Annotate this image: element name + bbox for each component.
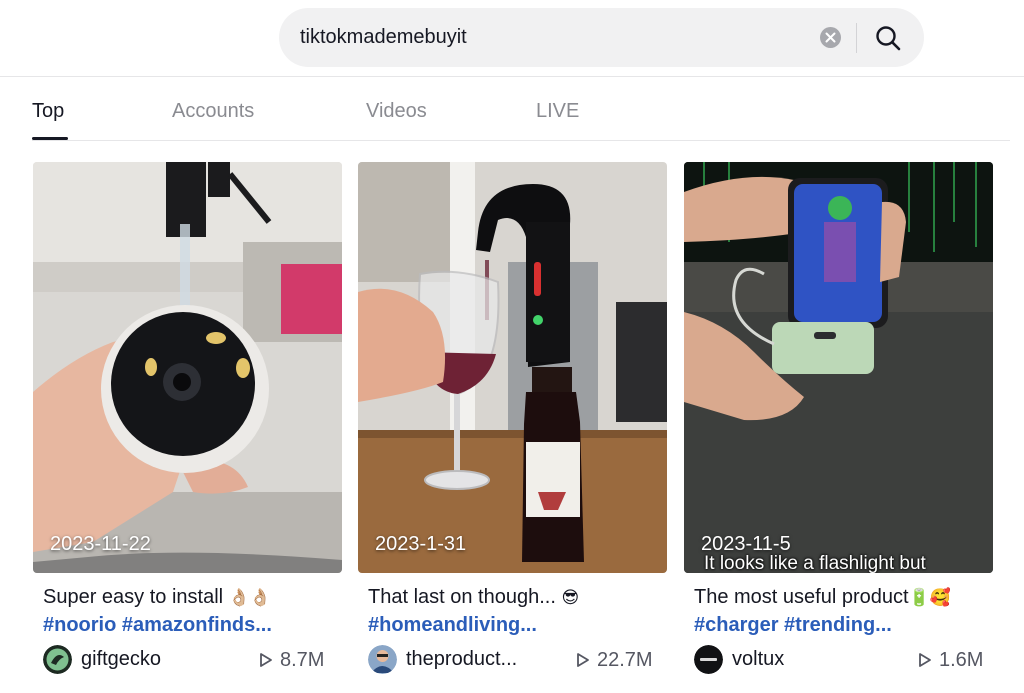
- video-hashtags[interactable]: #charger #trending...: [694, 614, 892, 637]
- camera-video-image: [33, 162, 342, 573]
- author-link[interactable]: theproduct...: [368, 645, 548, 675]
- video-card[interactable]: 2023-11-22 Super easy to install 👌🏼👌🏼 #n…: [33, 162, 342, 682]
- avatar: [43, 645, 72, 674]
- title-emoji: 😎: [561, 588, 580, 608]
- active-tab-indicator: [32, 137, 68, 140]
- phone-charger-video-image: [684, 162, 993, 573]
- video-title[interactable]: That last on though... 😎: [368, 586, 579, 609]
- search-icon: [876, 26, 901, 51]
- search-input[interactable]: tiktokmademebuyit: [300, 26, 467, 49]
- tab-videos[interactable]: Videos: [366, 100, 427, 123]
- author-link[interactable]: voltux: [694, 645, 874, 675]
- video-date: 2023-1-31: [375, 533, 467, 555]
- avatar: [694, 645, 723, 674]
- video-title[interactable]: The most useful product🔋🥰: [694, 586, 951, 609]
- search-button[interactable]: [869, 19, 907, 57]
- person-avatar-icon: [368, 645, 397, 674]
- search-divider: [856, 23, 857, 53]
- play-icon: [919, 653, 931, 667]
- author-name: theproduct...: [406, 648, 518, 670]
- tab-accounts[interactable]: Accounts: [172, 100, 254, 123]
- video-title[interactable]: Super easy to install 👌🏼👌🏼: [43, 586, 271, 609]
- tab-top[interactable]: Top: [32, 100, 64, 123]
- video-card[interactable]: 2023-11-5 It looks like a flashlight but…: [684, 162, 993, 682]
- author-name: giftgecko: [81, 648, 162, 670]
- search-header: tiktokmademebuyit: [0, 0, 1024, 77]
- wine-aerator-video-image: [358, 162, 667, 573]
- video-card[interactable]: 2023-1-31 That last on though... 😎 #home…: [358, 162, 667, 682]
- video-overlay-caption: It looks like a flashlight but: [704, 553, 926, 573]
- view-count: 22.7M: [575, 648, 657, 672]
- view-count: 1.6M: [917, 648, 983, 672]
- author-link[interactable]: giftgecko: [43, 645, 223, 675]
- result-tabs: Top Accounts Videos LIVE: [32, 84, 1010, 141]
- voltux-logo-avatar: [694, 645, 723, 674]
- video-thumbnail[interactable]: 2023-11-22: [33, 162, 342, 573]
- clear-icon: [825, 32, 836, 43]
- play-icon: [260, 653, 272, 667]
- gecko-avatar-icon: [43, 645, 72, 674]
- tab-live[interactable]: LIVE: [536, 100, 579, 123]
- avatar: [368, 645, 397, 674]
- clear-search-button[interactable]: [820, 27, 841, 48]
- video-hashtags[interactable]: #noorio #amazonfinds...: [43, 614, 272, 637]
- video-date: 2023-11-22: [50, 533, 151, 555]
- author-name: voltux: [732, 648, 785, 670]
- search-bar[interactable]: tiktokmademebuyit: [279, 8, 924, 67]
- play-icon: [577, 653, 589, 667]
- views-count: 8.7M: [280, 649, 325, 671]
- video-hashtags[interactable]: #homeandliving...: [368, 614, 537, 637]
- views-count: 22.7M: [597, 649, 653, 671]
- views-count: 1.6M: [939, 649, 984, 671]
- view-count: 8.7M: [258, 648, 332, 672]
- video-thumbnail[interactable]: 2023-11-5 It looks like a flashlight but: [684, 162, 993, 573]
- title-emoji: 🔋🥰: [908, 588, 951, 608]
- video-thumbnail[interactable]: 2023-1-31: [358, 162, 667, 573]
- title-emoji: 👌🏼👌🏼: [228, 588, 272, 608]
